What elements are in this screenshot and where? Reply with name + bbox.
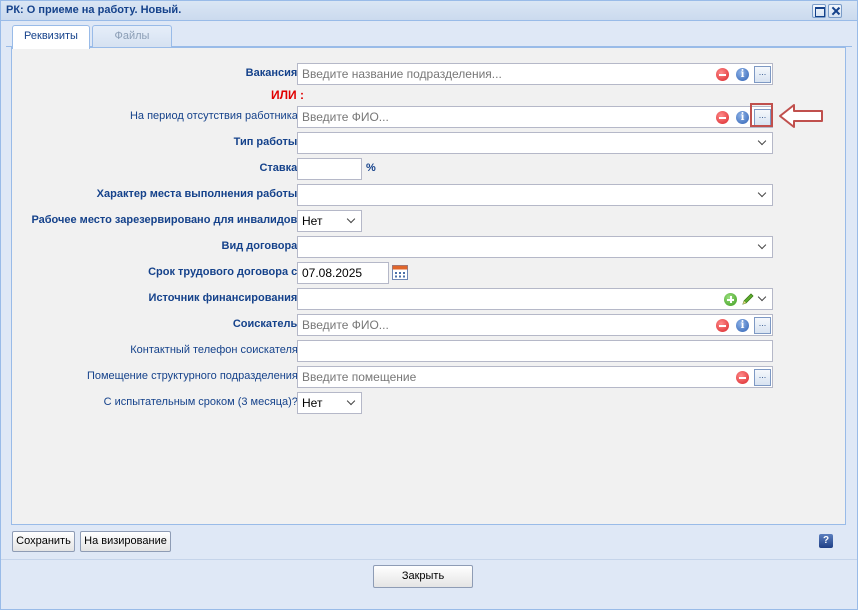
save-button[interactable]: Сохранить	[12, 531, 75, 552]
row-vacancy: Вакансия : Введите название подразделени…	[12, 63, 847, 85]
chevron-down-icon[interactable]	[758, 138, 767, 147]
tab-strip: Реквизиты Файлы	[6, 23, 852, 49]
contract-term-label: Срок трудового договора с :	[148, 266, 304, 278]
contract-term-value: 07.08.2025	[302, 266, 363, 280]
chevron-down-icon[interactable]	[758, 242, 767, 251]
select-room-button[interactable]: ...	[754, 369, 771, 386]
row-absent-employee: На период отсутствия работника : Введите…	[12, 106, 847, 128]
funding-source-select[interactable]	[297, 288, 773, 310]
row-applicant: Соискатель : Введите ФИО... i ...	[12, 314, 847, 336]
work-type-select[interactable]	[297, 132, 773, 154]
vacancy-input[interactable]: Введите название подразделения... i ...	[297, 63, 773, 85]
footer-divider	[1, 559, 857, 560]
chevron-down-icon[interactable]	[347, 216, 356, 225]
applicant-phone-input[interactable]	[297, 340, 773, 362]
structural-unit-room-label: Помещение структурного подразделения :	[86, 370, 304, 382]
absent-employee-placeholder: Введите ФИО...	[302, 110, 389, 124]
chevron-down-icon[interactable]	[758, 190, 767, 199]
close-icon[interactable]	[828, 4, 842, 18]
select-vacancy-button[interactable]: ...	[754, 66, 771, 83]
row-or: ИЛИ :	[12, 86, 847, 108]
applicant-phone-label: Контактный телефон соискателя :	[130, 344, 304, 356]
window-title: РК: О приеме на работу. Новый.	[6, 4, 182, 16]
dialog-window: РК: О приеме на работу. Новый. Реквизиты…	[0, 0, 858, 610]
applicant-input[interactable]: Введите ФИО... i ...	[297, 314, 773, 336]
row-structural-unit-room: Помещение структурного подразделения : В…	[12, 366, 847, 388]
funding-source-label: Источник финансирования :	[148, 292, 304, 304]
absent-employee-input[interactable]: Введите ФИО... i ...	[297, 106, 773, 128]
clear-icon[interactable]	[716, 68, 729, 81]
absent-employee-label: На период отсутствия работника :	[129, 110, 304, 122]
maximize-icon[interactable]	[812, 4, 826, 18]
structural-unit-room-input[interactable]: Введите помещение ...	[297, 366, 773, 388]
or-label: ИЛИ :	[271, 88, 304, 102]
select-applicant-button[interactable]: ...	[754, 317, 771, 334]
reserved-for-disabled-label: Рабочее место зарезервировано для инвали…	[31, 214, 304, 226]
structural-unit-room-placeholder: Введите помещение	[302, 370, 417, 384]
tab-requisites[interactable]: Реквизиты	[12, 25, 90, 49]
clear-icon[interactable]	[716, 111, 729, 124]
vacancy-label: Вакансия :	[245, 67, 304, 79]
annotation-arrow-icon	[779, 104, 823, 128]
work-place-character-label: Характер места выполнения работы :	[96, 188, 304, 200]
clear-icon[interactable]	[716, 319, 729, 332]
calendar-icon[interactable]	[392, 265, 408, 280]
reserved-for-disabled-value: Нет	[302, 214, 323, 228]
row-contract-term: Срок трудового договора с : 07.08.2025	[12, 262, 847, 284]
add-icon[interactable]	[724, 293, 737, 306]
close-button[interactable]: Закрыть	[373, 565, 473, 588]
work-type-label: Тип работы :	[233, 136, 304, 148]
probation-select[interactable]: Нет	[297, 392, 362, 414]
chevron-down-icon[interactable]	[347, 398, 356, 407]
info-icon[interactable]: i	[736, 111, 749, 124]
row-work-place-character: Характер места выполнения работы :	[12, 184, 847, 206]
applicant-placeholder: Введите ФИО...	[302, 318, 389, 332]
form-panel: Вакансия : Введите название подразделени…	[11, 47, 846, 525]
reserved-for-disabled-select[interactable]: Нет	[297, 210, 362, 232]
work-place-character-select[interactable]	[297, 184, 773, 206]
row-work-type: Тип работы :	[12, 132, 847, 154]
rate-input[interactable]	[297, 158, 362, 180]
tab-files[interactable]: Файлы	[92, 25, 172, 48]
vacancy-placeholder: Введите название подразделения...	[302, 67, 502, 81]
chevron-down-icon[interactable]	[758, 294, 767, 303]
probation-value: Нет	[302, 396, 323, 410]
contract-term-date-input[interactable]: 07.08.2025	[297, 262, 389, 284]
row-funding-source: Источник финансирования :	[12, 288, 847, 310]
contract-type-select[interactable]	[297, 236, 773, 258]
title-bar: РК: О приеме на работу. Новый.	[1, 1, 857, 21]
edit-pencil-icon[interactable]	[741, 292, 755, 306]
probation-label: С испытательным сроком (3 месяца)? :	[103, 396, 304, 408]
applicant-label: Соискатель :	[232, 318, 304, 330]
percent-unit: %	[366, 162, 376, 174]
clear-icon[interactable]	[736, 371, 749, 384]
row-probation: С испытательным сроком (3 месяца)? : Нет	[12, 392, 847, 414]
row-rate: Ставка : %	[12, 158, 847, 180]
annotation-highlight-box	[750, 103, 773, 127]
row-applicant-phone: Контактный телефон соискателя :	[12, 340, 847, 362]
info-icon[interactable]: i	[736, 319, 749, 332]
info-icon[interactable]: i	[736, 68, 749, 81]
row-reserved-for-disabled: Рабочее место зарезервировано для инвали…	[12, 210, 847, 232]
submit-for-approval-button[interactable]: На визирование	[80, 531, 171, 552]
row-contract-type: Вид договора :	[12, 236, 847, 258]
help-icon[interactable]: ?	[819, 534, 833, 548]
contract-type-label: Вид договора :	[221, 240, 305, 252]
